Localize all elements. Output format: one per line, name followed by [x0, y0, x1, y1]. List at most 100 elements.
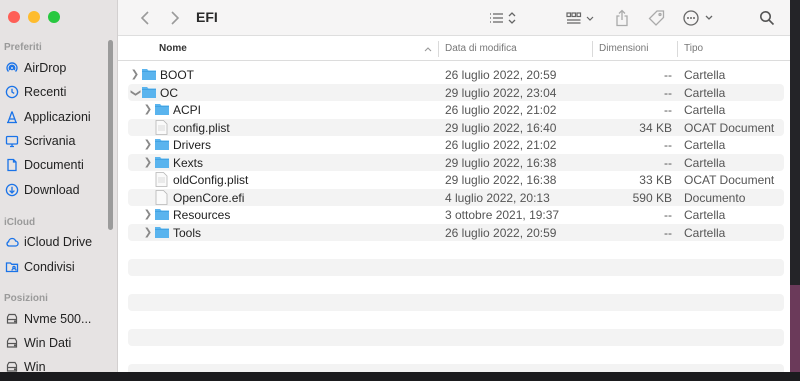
- sidebar-item-win[interactable]: Win: [5, 357, 107, 372]
- close-button[interactable]: [8, 11, 20, 23]
- file-name: ACPI: [173, 103, 202, 117]
- column-separator[interactable]: [438, 41, 439, 57]
- file-size: --: [664, 155, 672, 170]
- file-date: 26 luglio 2022, 21:02: [445, 138, 557, 152]
- toolbar: EFI: [118, 0, 790, 36]
- sidebar-item-nvme[interactable]: Nvme 500...: [5, 309, 107, 329]
- file-size: --: [664, 208, 672, 222]
- column-name[interactable]: Nome: [159, 43, 187, 54]
- file-name: Kexts: [173, 155, 204, 170]
- sidebar-item-icloud-drive[interactable]: iCloud Drive: [5, 232, 107, 252]
- disk-icon: [6, 337, 18, 348]
- file-kind: OCAT Document: [684, 120, 775, 135]
- group-button[interactable]: [564, 0, 600, 36]
- sidebar-item-label: Condivisi: [24, 260, 75, 274]
- minimize-button[interactable]: [28, 11, 40, 23]
- table-row[interactable]: ❯ Tools 26 luglio 2022, 20:59 -- Cartell…: [128, 223, 784, 241]
- disclosure-triangle[interactable]: ❯: [130, 69, 140, 81]
- table-row[interactable]: OpenCore.efi 4 luglio 2022, 20:13 590 KB…: [128, 188, 784, 206]
- zoom-button[interactable]: [48, 11, 60, 23]
- column-kind[interactable]: Tipo: [684, 43, 703, 54]
- search-icon: [760, 11, 775, 26]
- sidebar: Preferiti AirDrop Recenti Applicazioni S…: [0, 0, 118, 372]
- chevron-right-icon: [171, 11, 180, 25]
- tag-button[interactable]: [646, 0, 668, 36]
- applications-icon: [7, 111, 17, 124]
- view-mode-button[interactable]: [486, 0, 522, 36]
- search-button[interactable]: [756, 0, 778, 36]
- table-row[interactable]: ❯ Kexts 29 luglio 2022, 16:38 -- Cartell…: [128, 153, 784, 171]
- file-name: config.plist: [173, 120, 230, 135]
- sidebar-item-recent[interactable]: Recenti: [5, 82, 107, 102]
- disclosure-triangle[interactable]: ❯: [129, 88, 141, 98]
- disclosure-triangle[interactable]: ❯: [143, 139, 153, 151]
- file-size: --: [664, 103, 672, 117]
- file-date: 26 luglio 2022, 21:02: [445, 103, 557, 117]
- file-kind: Cartella: [684, 225, 726, 240]
- file-icon: [155, 119, 168, 135]
- empty-row: [128, 293, 784, 311]
- clock-icon: [5, 85, 19, 99]
- empty-row: [128, 328, 784, 346]
- sidebar-scrollbar[interactable]: [108, 40, 113, 230]
- column-separator[interactable]: [677, 41, 678, 57]
- grid-icon: [566, 12, 594, 24]
- sidebar-section-favorites: Preferiti: [4, 42, 42, 53]
- sidebar-item-documents[interactable]: Documenti: [5, 155, 107, 175]
- table-row[interactable]: config.plist 29 luglio 2022, 16:40 34 KB…: [128, 118, 784, 136]
- back-button[interactable]: [136, 0, 154, 36]
- file-icon: [155, 172, 168, 187]
- share-button[interactable]: [612, 0, 632, 36]
- window-controls: [8, 11, 60, 23]
- folder-icon: [142, 69, 156, 80]
- disclosure-triangle[interactable]: ❯: [143, 209, 153, 221]
- file-name: OpenCore.efi: [173, 190, 245, 205]
- list-view-icon: [490, 12, 516, 24]
- file-date: 29 luglio 2022, 23:04: [445, 85, 557, 100]
- sidebar-item-applications[interactable]: Applicazioni: [5, 107, 107, 127]
- forward-button[interactable]: [166, 0, 184, 36]
- sidebar-item-label: Applicazioni: [24, 110, 91, 124]
- file-kind: Cartella: [684, 103, 726, 117]
- document-icon: [7, 158, 17, 172]
- file-name: oldConfig.plist: [173, 173, 249, 187]
- sidebar-item-label: AirDrop: [24, 61, 67, 75]
- table-row[interactable]: ❯ OC 29 luglio 2022, 23:04 -- Cartella: [128, 83, 784, 101]
- folder-icon: [155, 156, 169, 168]
- empty-row: [128, 311, 784, 329]
- file-size: --: [664, 225, 672, 240]
- table-row[interactable]: ❯ ACPI 26 luglio 2022, 21:02 -- Cartella: [128, 101, 784, 119]
- disclosure-triangle[interactable]: ❯: [143, 104, 153, 116]
- file-kind: Cartella: [684, 138, 726, 152]
- table-row[interactable]: ❯ Resources 3 ottobre 2021, 19:37 -- Car…: [128, 206, 784, 224]
- sidebar-item-downloads[interactable]: Download: [5, 180, 107, 200]
- more-actions-button[interactable]: [680, 0, 720, 36]
- file-date: 4 luglio 2022, 20:13: [445, 190, 550, 205]
- column-separator[interactable]: [592, 41, 593, 57]
- file-icon: [155, 189, 168, 205]
- table-row[interactable]: ❯ Drivers 26 luglio 2022, 21:02 -- Carte…: [128, 136, 784, 154]
- sidebar-item-desktop[interactable]: Scrivania: [5, 131, 107, 151]
- table-row[interactable]: oldConfig.plist 29 luglio 2022, 16:38 33…: [128, 171, 784, 189]
- folder-icon: [142, 86, 156, 98]
- disclosure-triangle[interactable]: ❯: [143, 227, 153, 239]
- folder-icon: [155, 226, 169, 238]
- tag-icon: [648, 10, 665, 26]
- airdrop-icon: [6, 62, 18, 72]
- folder-icon: [155, 209, 169, 220]
- column-date[interactable]: Data di modifica: [445, 43, 517, 54]
- sidebar-item-label: Win: [24, 360, 46, 372]
- file-kind: Cartella: [684, 208, 726, 222]
- sidebar-item-airdrop[interactable]: AirDrop: [5, 58, 107, 78]
- file-size: --: [664, 85, 672, 100]
- sidebar-item-win-dati[interactable]: Win Dati: [5, 333, 107, 353]
- column-header: Nome Data di modifica Dimensioni Tipo: [118, 37, 790, 61]
- column-size[interactable]: Dimensioni: [599, 43, 648, 54]
- empty-row: [128, 363, 784, 372]
- sidebar-item-shared[interactable]: Condivisi: [5, 257, 107, 277]
- cloud-icon: [6, 237, 19, 247]
- table-row[interactable]: ❯ BOOT 26 luglio 2022, 20:59 -- Cartella: [128, 66, 784, 84]
- file-size: 33 KB: [639, 173, 672, 187]
- file-name: OC: [160, 85, 178, 100]
- disclosure-triangle[interactable]: ❯: [143, 157, 153, 169]
